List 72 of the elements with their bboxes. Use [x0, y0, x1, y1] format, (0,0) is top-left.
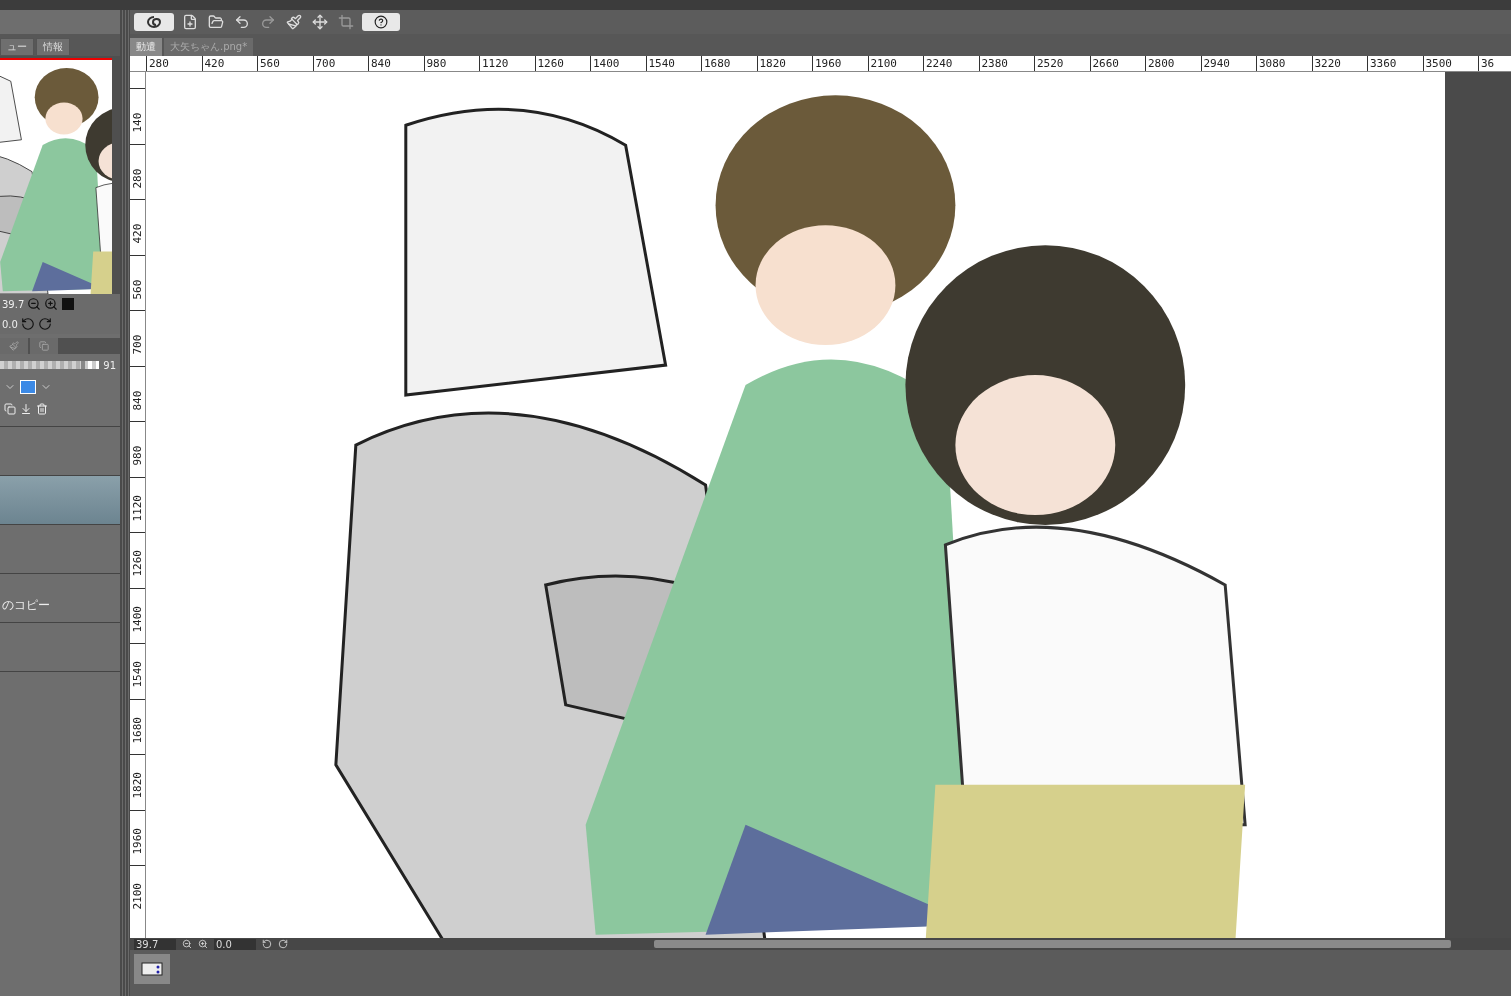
zoom-out-icon[interactable] [27, 297, 42, 311]
ruler-label: 1260 [534, 56, 590, 71]
ruler-label: 3360 [1367, 56, 1423, 71]
paint-icon[interactable] [284, 12, 304, 32]
opacity-slider[interactable] [0, 361, 100, 369]
ruler-label: 1960 [130, 826, 144, 854]
ruler-label: 140 [130, 111, 144, 133]
angle-field[interactable]: 0.0 [214, 938, 256, 950]
scrollbar[interactable] [654, 940, 1451, 948]
rotate-right-icon[interactable] [278, 939, 288, 949]
ruler-label: 1400 [590, 56, 646, 71]
transform-icon[interactable] [310, 12, 330, 32]
ruler-label: 2240 [923, 56, 979, 71]
ruler-label: 560 [130, 278, 144, 299]
ruler-label: 2800 [1145, 56, 1201, 71]
ruler-label: 2520 [1034, 56, 1090, 71]
rotate-right-icon[interactable] [37, 317, 52, 331]
ruler-label: 980 [130, 444, 144, 466]
zoom-field[interactable]: 39.7 [134, 938, 176, 950]
layer-row[interactable] [0, 476, 120, 525]
ruler-label: 1120 [479, 56, 535, 71]
help-icon [374, 15, 388, 29]
ruler-label: 2100 [867, 56, 923, 71]
square-icon[interactable] [61, 297, 76, 311]
zoom-in-icon[interactable] [44, 297, 59, 311]
crop-icon[interactable] [336, 12, 356, 32]
document-tab[interactable]: 動遣 [130, 38, 162, 56]
zoom-in-icon[interactable] [198, 939, 208, 949]
color-swatch[interactable] [20, 380, 36, 394]
ruler-label: 700 [312, 56, 368, 71]
ruler-label: 840 [368, 56, 424, 71]
panel-tab[interactable]: 情報 [36, 38, 70, 56]
ruler-label: 420 [130, 222, 144, 244]
ruler-label: 280 [146, 56, 202, 71]
ruler-label: 980 [423, 56, 479, 71]
ruler-label: 2100 [130, 882, 144, 910]
ruler-label: 3220 [1311, 56, 1367, 71]
ruler-label: 1400 [130, 604, 144, 632]
angle-value: 0.0 [2, 318, 18, 330]
copy-icon[interactable] [4, 403, 16, 415]
merge-down-icon[interactable] [20, 403, 32, 415]
ruler-label: 1680 [130, 715, 144, 743]
ruler-label: 1820 [756, 56, 812, 71]
ruler-label: 840 [130, 389, 144, 410]
ruler-label: 560 [257, 56, 313, 71]
panel-tab[interactable]: ュー [0, 38, 34, 56]
ruler-label: 1820 [130, 771, 144, 799]
trash-icon[interactable] [36, 403, 48, 415]
ruler-label: 1540 [130, 660, 144, 688]
ruler-label: 1260 [130, 549, 144, 577]
rotate-left-icon[interactable] [262, 939, 272, 949]
ruler-label: 2660 [1089, 56, 1145, 71]
rotate-left-icon[interactable] [20, 317, 35, 331]
ruler-label: 700 [130, 333, 144, 355]
ruler-label: 2940 [1200, 56, 1256, 71]
zoom-out-icon[interactable] [182, 939, 192, 949]
ruler-label: 3080 [1256, 56, 1312, 71]
logo-button[interactable] [134, 13, 174, 31]
ruler-label: 1540 [645, 56, 701, 71]
ruler-label: 36 [1478, 56, 1511, 71]
timeline-icon[interactable] [134, 954, 170, 984]
swirl-logo-icon [144, 15, 164, 29]
opacity-value: 91 [103, 359, 116, 371]
ruler-label: 3500 [1422, 56, 1478, 71]
ruler-label: 1120 [130, 493, 144, 521]
ruler-label: 2380 [978, 56, 1034, 71]
help-button[interactable] [362, 13, 400, 31]
ruler-label: 1960 [812, 56, 868, 71]
ruler-label: 1680 [701, 56, 757, 71]
ruler-label: 280 [130, 167, 144, 188]
zoom-value: 39.7 [2, 298, 25, 310]
ruler-label: 420 [201, 56, 257, 71]
